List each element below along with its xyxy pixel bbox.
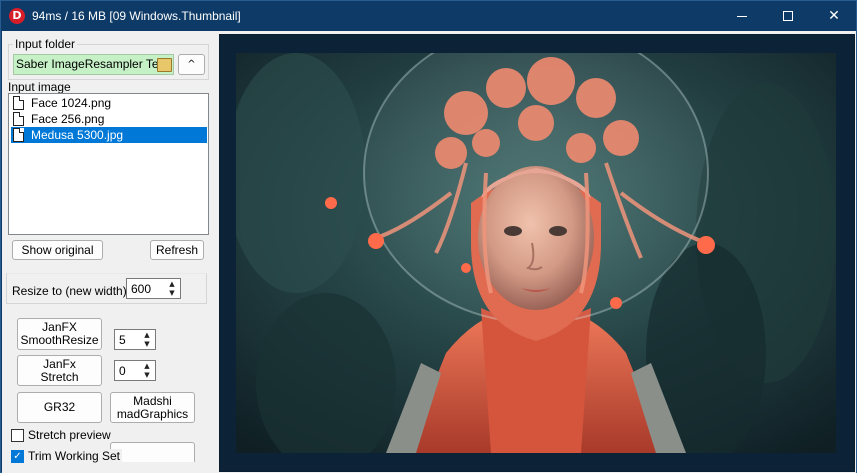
stretch-preview-checkbox[interactable]: Stretch preview: [11, 428, 211, 443]
input-image-label: Input image: [8, 80, 71, 94]
minimize-button[interactable]: [719, 1, 765, 31]
spin-down-icon[interactable]: ▼: [165, 289, 179, 298]
janfx-stretch-button[interactable]: JanFx Stretch: [17, 355, 102, 386]
file-icon: [13, 112, 24, 126]
checkbox-check-icon[interactable]: ✓: [11, 450, 24, 463]
input-image-list[interactable]: Face 1024.png Face 256.png Medusa 5300.j…: [8, 93, 209, 235]
controls-panel: Input folder Saber ImageResampler Test\ …: [2, 31, 216, 473]
list-item[interactable]: Face 256.png: [11, 111, 207, 127]
list-item[interactable]: Face 1024.png: [11, 95, 207, 111]
spin-up-icon[interactable]: ▲: [140, 331, 154, 340]
resize-width-value: 600: [131, 282, 152, 296]
preview-panel: [219, 34, 855, 472]
spin-up-icon[interactable]: ▲: [140, 362, 154, 371]
file-icon: [13, 96, 24, 110]
medusa-portrait-image: [236, 53, 836, 453]
stretch-value: 0: [119, 364, 126, 378]
checkbox-box[interactable]: [11, 429, 24, 442]
gr32-button[interactable]: GR32: [17, 392, 102, 423]
input-folder-label: Input folder: [13, 37, 78, 51]
folder-up-button[interactable]: ^: [178, 54, 205, 75]
minimize-icon: [737, 15, 747, 17]
show-original-button[interactable]: Show original: [12, 240, 103, 260]
input-folder-path-field[interactable]: Saber ImageResampler Test\: [13, 54, 174, 75]
list-item-selected[interactable]: Medusa 5300.jpg: [11, 127, 207, 143]
refresh-button[interactable]: Refresh: [150, 240, 204, 260]
madshi-madgraphics-button[interactable]: Madshi madGraphics: [110, 392, 195, 423]
window-title: 94ms / 16 MB [09 Windows.Thumbnail]: [32, 9, 241, 23]
file-name: Face 256.png: [31, 112, 105, 126]
janfx-smoothresize-button[interactable]: JanFX SmoothResize: [17, 318, 102, 350]
file-name: Face 1024.png: [31, 96, 112, 110]
stretch-spinner[interactable]: 0 ▲ ▼: [114, 360, 156, 381]
input-folder-path-text: Saber ImageResampler Test\: [16, 57, 172, 71]
close-icon: ✕: [828, 8, 840, 24]
folder-icon[interactable]: [157, 58, 172, 72]
smoothresize-value: 5: [119, 333, 126, 347]
app-window: D 94ms / 16 MB [09 Windows.Thumbnail] ✕ …: [0, 0, 857, 473]
title-bar[interactable]: D 94ms / 16 MB [09 Windows.Thumbnail] ✕: [1, 1, 856, 31]
maximize-button[interactable]: [765, 1, 811, 31]
trim-working-set-checkbox[interactable]: ✓ Trim Working Set: [11, 449, 211, 464]
stretch-preview-label: Stretch preview: [28, 428, 111, 442]
smoothresize-spinner[interactable]: 5 ▲ ▼: [114, 329, 156, 350]
app-icon[interactable]: D: [9, 8, 25, 24]
resize-width-spinner[interactable]: 600 ▲ ▼: [126, 278, 181, 299]
chevron-up-icon: ^: [187, 59, 196, 70]
resize-label: Resize to (new width):: [12, 284, 131, 298]
client-area: Input folder Saber ImageResampler Test\ …: [2, 31, 856, 473]
spin-down-icon[interactable]: ▼: [140, 371, 154, 380]
close-button[interactable]: ✕: [811, 1, 857, 31]
spin-up-icon[interactable]: ▲: [165, 280, 179, 289]
trim-working-set-label: Trim Working Set: [28, 449, 123, 463]
file-icon: [13, 128, 24, 142]
preview-image: [236, 53, 836, 453]
spin-down-icon[interactable]: ▼: [140, 340, 154, 349]
maximize-icon: [783, 11, 793, 21]
file-name: Medusa 5300.jpg: [31, 128, 124, 142]
